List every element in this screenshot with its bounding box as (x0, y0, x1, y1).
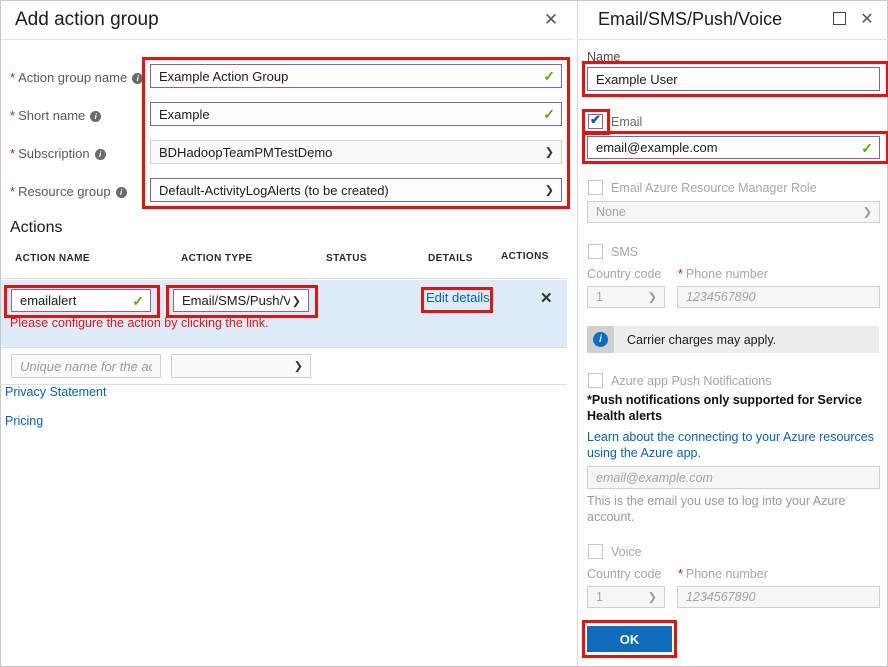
arm-role-label: Email Azure Resource Manager Role (611, 181, 817, 195)
sms-country-code-label: Country code (587, 267, 662, 281)
right-panel-title: Email/SMS/Push/Voice (598, 9, 783, 29)
required-marker: * (678, 567, 683, 581)
close-icon[interactable]: ✕ (858, 10, 876, 28)
push-notifications-label: Azure app Push Notifications (611, 374, 772, 388)
actions-table-header: ACTION NAME ACTION TYPE STATUS DETAILS A… (1, 251, 567, 279)
info-icon[interactable]: i (132, 73, 144, 84)
chevron-down-icon: ❯ (293, 360, 303, 373)
action-group-name-field-wrap: ✓ (150, 64, 562, 88)
info-icon[interactable]: i (94, 149, 106, 160)
label-resource-group: * Resource group i (10, 184, 127, 199)
ok-button[interactable]: OK (587, 626, 672, 652)
sms-label: SMS (611, 245, 639, 259)
email-field-wrap: ✓ (587, 136, 880, 159)
name-label: Name (587, 50, 621, 64)
short-name-field-wrap: ✓ (150, 102, 562, 126)
col-actions: ACTIONS (501, 251, 549, 262)
info-icon[interactable]: i (90, 111, 102, 122)
chevron-down-icon: ❯ (647, 591, 657, 604)
required-marker: * (10, 184, 16, 199)
new-row-name-wrap (11, 354, 161, 378)
info-icon[interactable]: i (115, 187, 127, 198)
chevron-down-icon: ❯ (544, 146, 554, 159)
required-marker: * (678, 267, 683, 281)
push-learn-more-link[interactable]: Learn about the connecting to your Azure… (587, 429, 883, 461)
arm-role-checkbox[interactable] (588, 180, 603, 195)
col-status: STATUS (326, 253, 367, 264)
push-help-text: This is the email you use to log into yo… (587, 494, 846, 524)
valid-check-icon: ✓ (543, 106, 555, 122)
actions-section-title: Actions (10, 219, 63, 236)
voice-phone-field[interactable]: 1234567890 (677, 586, 880, 608)
row-action-name-input[interactable] (11, 289, 151, 312)
email-checkbox[interactable] (588, 112, 603, 129)
new-action-type-select[interactable]: ❯ (171, 354, 311, 378)
chevron-down-icon: ❯ (544, 184, 554, 197)
email-checkbox-label: Email (611, 115, 643, 129)
row-error-message: Please configure the action by clicking … (10, 316, 269, 330)
maximize-icon[interactable] (833, 12, 846, 25)
push-email-field[interactable]: email@example.com (587, 466, 880, 489)
add-action-group-panel: Add action group ✕ * Action group name i *… (1, 1, 573, 666)
valid-check-icon: ✓ (132, 292, 144, 309)
col-details: DETAILS (428, 253, 473, 264)
close-icon[interactable]: ✕ (541, 10, 561, 30)
voice-phone-label: * Phone number (678, 567, 768, 581)
label-short-name: * Short name i (10, 108, 102, 123)
voice-checkbox[interactable] (588, 544, 603, 559)
row-action-type-select[interactable]: Email/SMS/Push/V... ❯ (173, 289, 309, 312)
row-action-name-wrap: ✓ (11, 289, 151, 312)
table-row: ✓ Email/SMS/Push/V... ❯ Edit details ✕ P… (1, 280, 567, 348)
subscription-select[interactable]: BDHadoopTeamPMTestDemo ❯ (150, 140, 562, 164)
resource-group-select-wrap: Default-ActivityLogAlerts (to be created… (150, 178, 562, 202)
push-note-text: *Push notifications only supported for S… (587, 393, 863, 423)
valid-check-icon: ✓ (861, 139, 873, 156)
carrier-charges-banner: i Carrier charges may apply. (587, 326, 879, 353)
actions-table-new-row: ❯ (1, 349, 567, 385)
label-action-group-name: * Action group name i (10, 70, 144, 85)
resource-group-select[interactable]: Default-ActivityLogAlerts (to be created… (150, 178, 562, 202)
remove-action-icon[interactable]: ✕ (540, 289, 553, 307)
required-marker: * (10, 146, 16, 161)
pricing-link[interactable]: Pricing (5, 414, 43, 428)
right-panel-header: Email/SMS/Push/Voice ✕ (578, 1, 888, 40)
email-input[interactable] (587, 136, 880, 159)
new-row-type-wrap: ❯ (171, 354, 311, 378)
sms-phone-label: * Phone number (678, 267, 768, 281)
col-action-type: ACTION TYPE (181, 253, 253, 264)
screenshot-root: Add action group ✕ * Action group name i *… (0, 0, 888, 667)
required-marker: * (10, 70, 16, 85)
subscription-select-wrap: BDHadoopTeamPMTestDemo ❯ (150, 140, 562, 164)
info-icon: i (587, 326, 614, 353)
sms-country-code-select[interactable]: 1 ❯ (587, 286, 665, 308)
chevron-down-icon: ❯ (647, 291, 657, 304)
action-group-name-input[interactable] (150, 64, 562, 88)
left-panel-header: Add action group ✕ (1, 1, 573, 40)
carrier-charges-text: Carrier charges may apply. (627, 332, 777, 347)
name-input[interactable] (587, 67, 880, 91)
col-action-name: ACTION NAME (15, 253, 90, 264)
chevron-down-icon: ❯ (862, 206, 872, 219)
label-subscription: * Subscription i (10, 146, 106, 161)
row-action-type-wrap: Email/SMS/Push/V... ❯ (173, 289, 309, 312)
email-sms-push-voice-panel: Email/SMS/Push/Voice ✕ Name Email ✓ Emai… (577, 1, 888, 666)
chevron-down-icon: ❯ (291, 295, 301, 307)
required-marker: * (10, 108, 16, 123)
page-title: Add action group (15, 9, 159, 30)
valid-check-icon: ✓ (543, 68, 555, 84)
sms-checkbox[interactable] (588, 244, 603, 259)
new-action-name-input[interactable] (11, 354, 161, 378)
sms-phone-field[interactable]: 1234567890 (677, 286, 880, 308)
privacy-statement-link[interactable]: Privacy Statement (5, 385, 106, 399)
short-name-input[interactable] (150, 102, 562, 126)
edit-details-link[interactable]: Edit details (426, 290, 490, 305)
voice-country-code-select[interactable]: 1 ❯ (587, 586, 665, 608)
name-field-wrap (587, 67, 880, 91)
arm-role-select[interactable]: None ❯ (587, 201, 880, 223)
voice-country-code-label: Country code (587, 567, 662, 581)
push-notifications-checkbox[interactable] (588, 373, 603, 388)
voice-label: Voice (611, 545, 642, 559)
